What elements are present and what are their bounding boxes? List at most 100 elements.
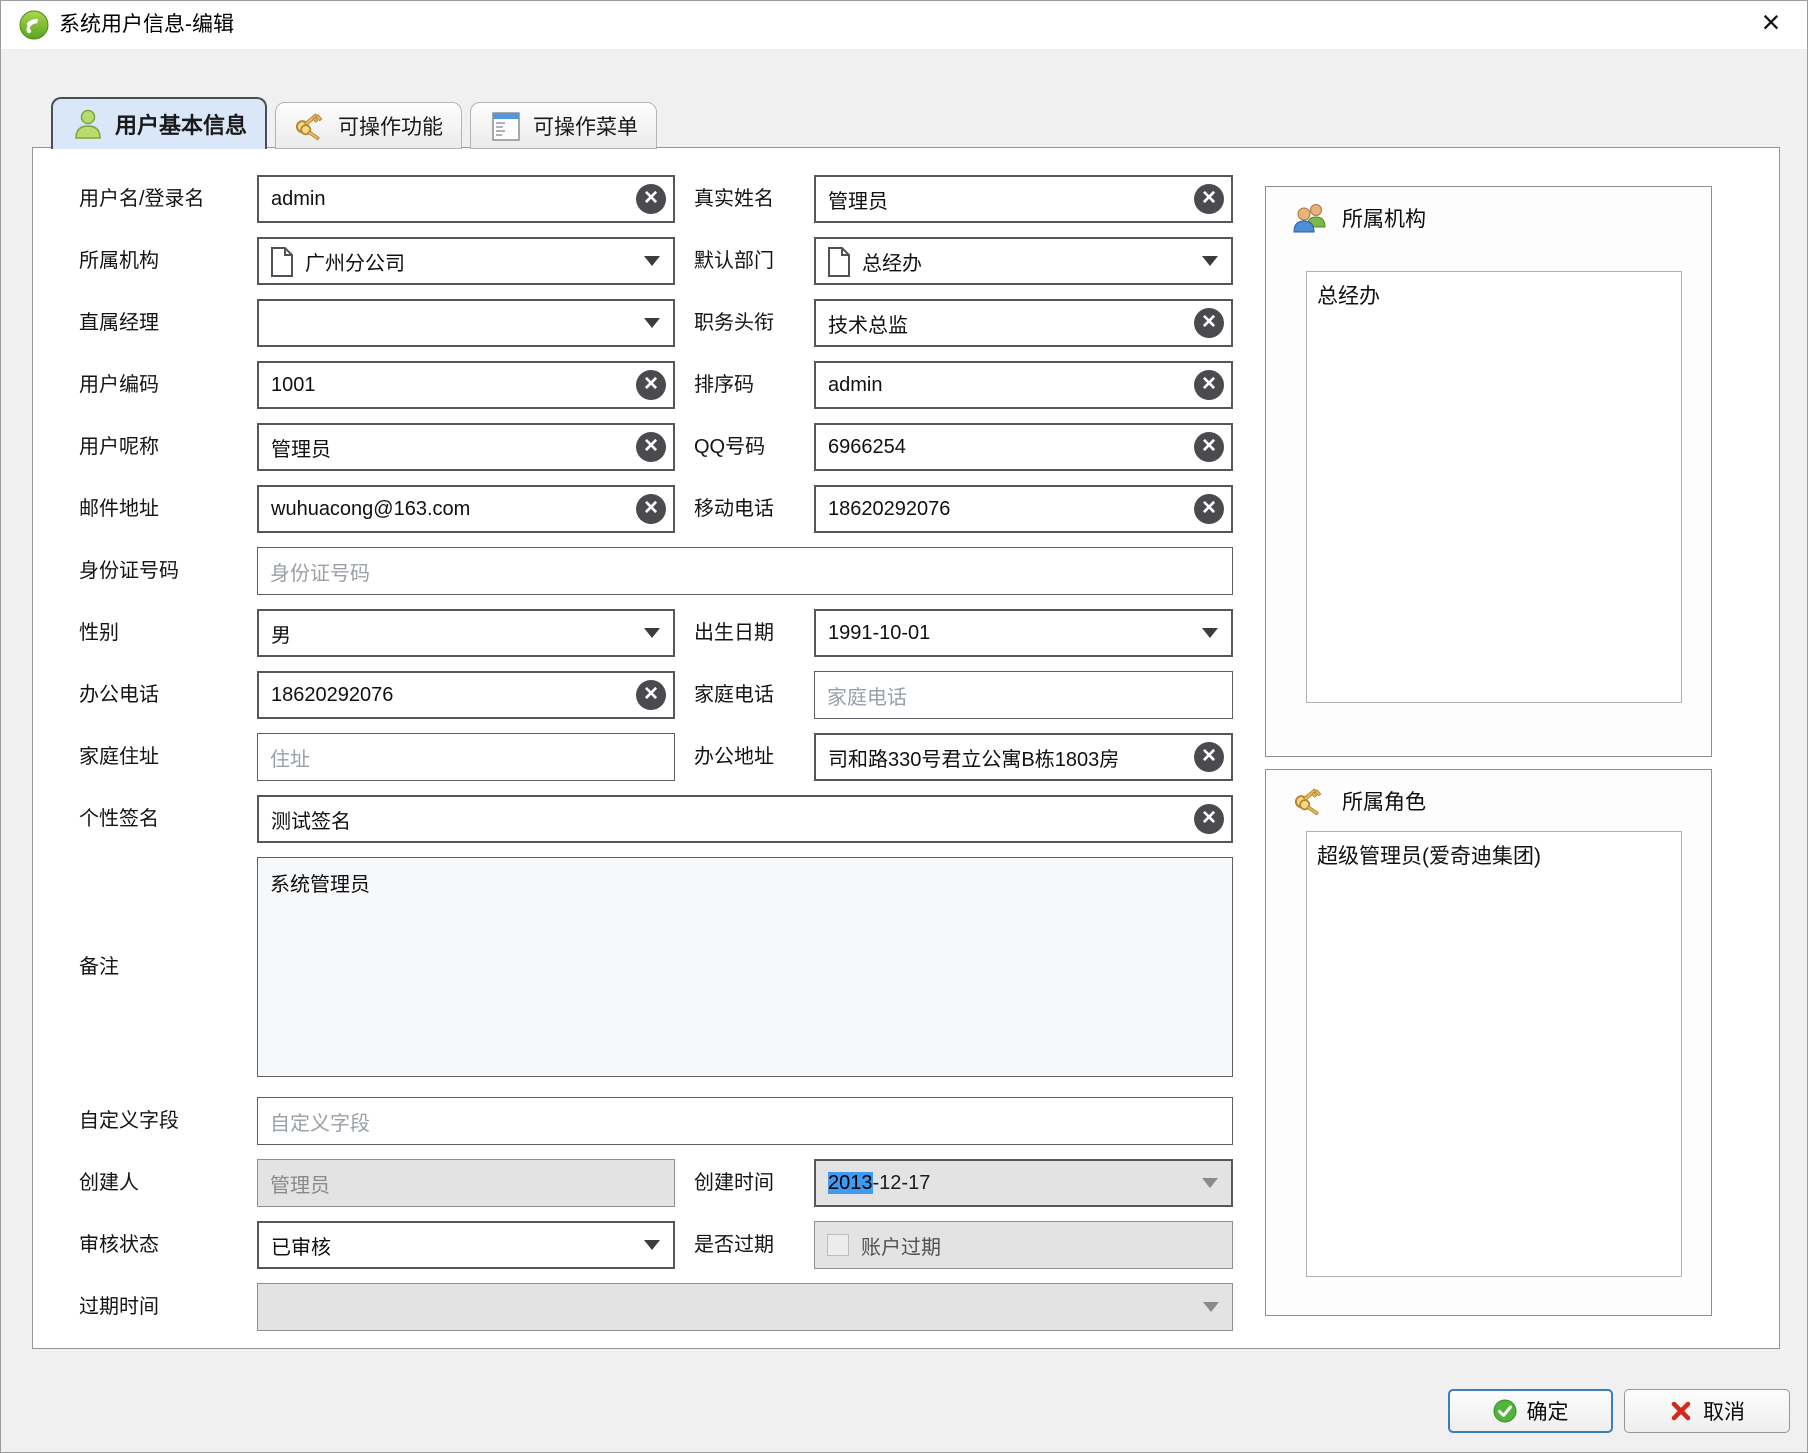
note-label: 备注 <box>79 956 119 978</box>
idcard-input[interactable]: 身份证号码 <box>257 547 1233 595</box>
homeaddr-input[interactable]: 住址 <box>257 733 675 781</box>
realname-input[interactable]: 管理员 × <box>814 175 1233 223</box>
dropdown-arrow-icon[interactable] <box>1203 1302 1219 1312</box>
org-combobox[interactable]: 广州分公司 <box>257 237 675 285</box>
clear-icon[interactable]: × <box>1194 184 1224 214</box>
account-expired-checkbox[interactable] <box>827 1234 849 1256</box>
window-title: 系统用户信息-编辑 <box>59 13 234 36</box>
clear-icon[interactable]: × <box>1194 432 1224 462</box>
tab-label: 可操作功能 <box>338 115 444 139</box>
list-item[interactable]: 超级管理员(爱奇迪集团) <box>1307 832 1681 878</box>
cancel-button-label: 取消 <box>1703 1401 1745 1424</box>
tab-user-basic-info[interactable]: 用户基本信息 <box>51 97 268 149</box>
tab-operable-menus[interactable]: 可操作菜单 <box>470 102 658 149</box>
expired-field: 账户过期 <box>814 1221 1233 1269</box>
usercode-label: 用户编码 <box>79 374 159 396</box>
qq-label: QQ号码 <box>694 436 766 458</box>
creator-label: 创建人 <box>79 1172 139 1194</box>
role-panel-header: 所属角色 <box>1266 770 1711 818</box>
dept-label: 默认部门 <box>694 250 774 272</box>
gender-combobox[interactable]: 男 <box>257 609 675 657</box>
clear-icon[interactable]: × <box>636 680 666 710</box>
sortcode-input[interactable]: admin × <box>814 361 1233 409</box>
mobile-input[interactable]: 18620292076 × <box>814 485 1233 533</box>
birthday-combobox[interactable]: 1991-10-01 <box>814 609 1233 657</box>
ok-button-label: 确定 <box>1526 1401 1569 1424</box>
homeaddr-label: 家庭住址 <box>79 746 159 768</box>
homephone-input[interactable]: 家庭电话 <box>814 671 1233 719</box>
tab-operable-functions[interactable]: 可操作功能 <box>275 102 463 149</box>
jobtitle-label: 职务头衔 <box>694 312 774 334</box>
tab-strip: 用户基本信息 可操作功能 可操作菜单 <box>51 97 658 149</box>
dropdown-arrow-icon[interactable] <box>644 628 660 638</box>
dropdown-arrow-icon[interactable] <box>644 1240 660 1250</box>
email-label: 邮件地址 <box>79 498 159 520</box>
role-panel: 所属角色 超级管理员(爱奇迪集团) <box>1265 769 1712 1316</box>
manager-combobox[interactable] <box>257 299 675 347</box>
org-panel: 所属机构 总经办 <box>1265 186 1712 757</box>
app-icon <box>19 10 49 40</box>
clear-icon[interactable]: × <box>636 494 666 524</box>
audit-combobox[interactable]: 已审核 <box>257 1221 675 1269</box>
org-panel-title: 所属机构 <box>1342 208 1426 231</box>
menu-form-icon <box>492 111 520 141</box>
nickname-input[interactable]: 管理员 × <box>257 423 675 471</box>
customfield-input[interactable]: 自定义字段 <box>257 1097 1233 1145</box>
clear-icon[interactable]: × <box>1194 494 1224 524</box>
users-icon <box>1293 204 1326 233</box>
gender-label: 性别 <box>79 622 119 644</box>
dialog-window: 系统用户信息-编辑 × 用户基本信息 可操作功能 可操作菜单 用户名/登录名 a… <box>0 0 1808 1453</box>
createtime-label: 创建时间 <box>694 1172 774 1194</box>
dropdown-arrow-icon[interactable] <box>1202 1178 1218 1188</box>
close-button[interactable]: × <box>1749 1 1793 45</box>
role-panel-title: 所属角色 <box>1342 791 1426 814</box>
org-list[interactable]: 总经办 <box>1306 271 1682 703</box>
check-icon <box>1493 1399 1516 1423</box>
username-input[interactable]: admin × <box>257 175 675 223</box>
cancel-button[interactable]: 取消 <box>1624 1389 1790 1433</box>
homephone-label: 家庭电话 <box>694 684 774 706</box>
customfield-label: 自定义字段 <box>79 1110 179 1132</box>
clear-icon[interactable]: × <box>1194 742 1224 772</box>
officephone-label: 办公电话 <box>79 684 159 706</box>
tab-label: 可操作菜单 <box>533 115 639 139</box>
nickname-label: 用户呢称 <box>79 436 159 458</box>
clear-icon[interactable]: × <box>1194 804 1224 834</box>
realname-label: 真实姓名 <box>694 188 774 210</box>
org-panel-header: 所属机构 <box>1266 187 1711 235</box>
officeaddr-input[interactable]: 司和路330号君立公寓B栋1803房 × <box>814 733 1233 781</box>
dropdown-arrow-icon[interactable] <box>644 256 660 266</box>
clear-icon[interactable]: × <box>636 432 666 462</box>
document-icon <box>828 247 850 277</box>
cancel-x-icon <box>1671 1401 1691 1421</box>
note-textarea[interactable]: 系统管理员 <box>257 857 1233 1077</box>
signature-label: 个性签名 <box>79 808 159 830</box>
dept-combobox[interactable]: 总经办 <box>814 237 1233 285</box>
usercode-input[interactable]: 1001 × <box>257 361 675 409</box>
officephone-input[interactable]: 18620292076 × <box>257 671 675 719</box>
clear-icon[interactable]: × <box>1194 308 1224 338</box>
dropdown-arrow-icon[interactable] <box>1202 628 1218 638</box>
createtime-combobox[interactable]: 2013-12-17 <box>814 1159 1233 1207</box>
ok-button[interactable]: 确定 <box>1448 1389 1613 1433</box>
jobtitle-input[interactable]: 技术总监 × <box>814 299 1233 347</box>
keys-icon <box>1294 788 1322 816</box>
list-item[interactable]: 总经办 <box>1307 272 1681 318</box>
dropdown-arrow-icon[interactable] <box>644 318 660 328</box>
signature-input[interactable]: 测试签名 × <box>257 795 1233 843</box>
tab-label: 用户基本信息 <box>115 113 248 138</box>
person-icon <box>75 109 101 139</box>
audit-label: 审核状态 <box>79 1234 159 1256</box>
dropdown-arrow-icon[interactable] <box>1202 256 1218 266</box>
clear-icon[interactable]: × <box>1194 370 1224 400</box>
user-basic-info-page: 用户名/登录名 admin × 真实姓名 管理员 × 所属机构 广州分公司 默认… <box>32 147 1780 1349</box>
email-input[interactable]: wuhuacong@163.com × <box>257 485 675 533</box>
expired-label: 是否过期 <box>694 1234 774 1256</box>
clear-icon[interactable]: × <box>636 184 666 214</box>
sortcode-label: 排序码 <box>694 374 754 396</box>
org-label: 所属机构 <box>79 250 159 272</box>
role-list[interactable]: 超级管理员(爱奇迪集团) <box>1306 831 1682 1277</box>
qq-input[interactable]: 6966254 × <box>814 423 1233 471</box>
clear-icon[interactable]: × <box>636 370 666 400</box>
expiretime-combobox <box>257 1283 1233 1331</box>
